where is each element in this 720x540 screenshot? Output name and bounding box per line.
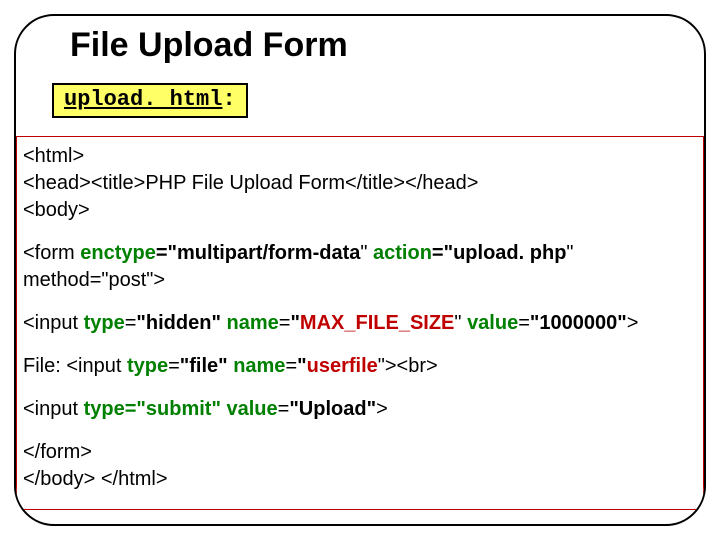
code-line: </body> </html> <box>23 466 697 493</box>
code-line: <body> <box>23 197 697 224</box>
slide-title: File Upload Form <box>70 26 704 65</box>
code-line: <input type="hidden" name="MAX_FILE_SIZE… <box>23 310 697 337</box>
filename-label: upload. html: <box>52 83 248 118</box>
code-line: <head><title>PHP File Upload Form</title… <box>23 170 697 197</box>
code-line: </form> <box>23 439 697 466</box>
code-line: <input type="submit" value="Upload"> <box>23 396 697 423</box>
filename-text: upload. html <box>64 87 222 112</box>
code-line: <form enctype="multipart/form-data" acti… <box>23 240 697 267</box>
filename-colon: : <box>222 87 235 112</box>
code-line: <html> <box>23 143 697 170</box>
code-line: File: <input type="file" name="userfile"… <box>23 353 697 380</box>
code-block: <html> <head><title>PHP File Upload Form… <box>16 136 704 510</box>
slide-frame: File Upload Form upload. html: <html> <h… <box>14 14 706 526</box>
code-line: method="post"> <box>23 267 697 294</box>
